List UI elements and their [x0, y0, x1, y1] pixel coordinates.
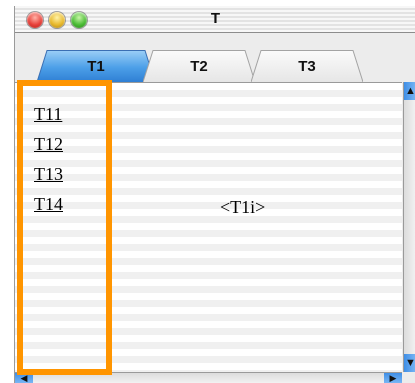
tab-t1[interactable]: T1 — [37, 50, 155, 82]
window-title: T — [210, 10, 221, 27]
tab-label: T1 — [87, 57, 105, 75]
tab-t3[interactable]: T3 — [251, 50, 363, 82]
panel-content-text: <T1i> — [220, 197, 266, 217]
tab-label: T3 — [298, 57, 316, 75]
arrow-down-icon[interactable]: ▼ — [404, 354, 415, 372]
arrow-right-icon[interactable]: ▶ — [384, 373, 402, 383]
highlight-box — [17, 80, 112, 375]
title-bar[interactable]: T — [15, 6, 415, 33]
tab-t2[interactable]: T2 — [143, 50, 255, 82]
arrow-up-icon[interactable]: ▲ — [404, 82, 415, 100]
vertical-scrollbar[interactable]: ▲ ▼ — [403, 82, 415, 372]
tab-label: T2 — [190, 57, 208, 75]
